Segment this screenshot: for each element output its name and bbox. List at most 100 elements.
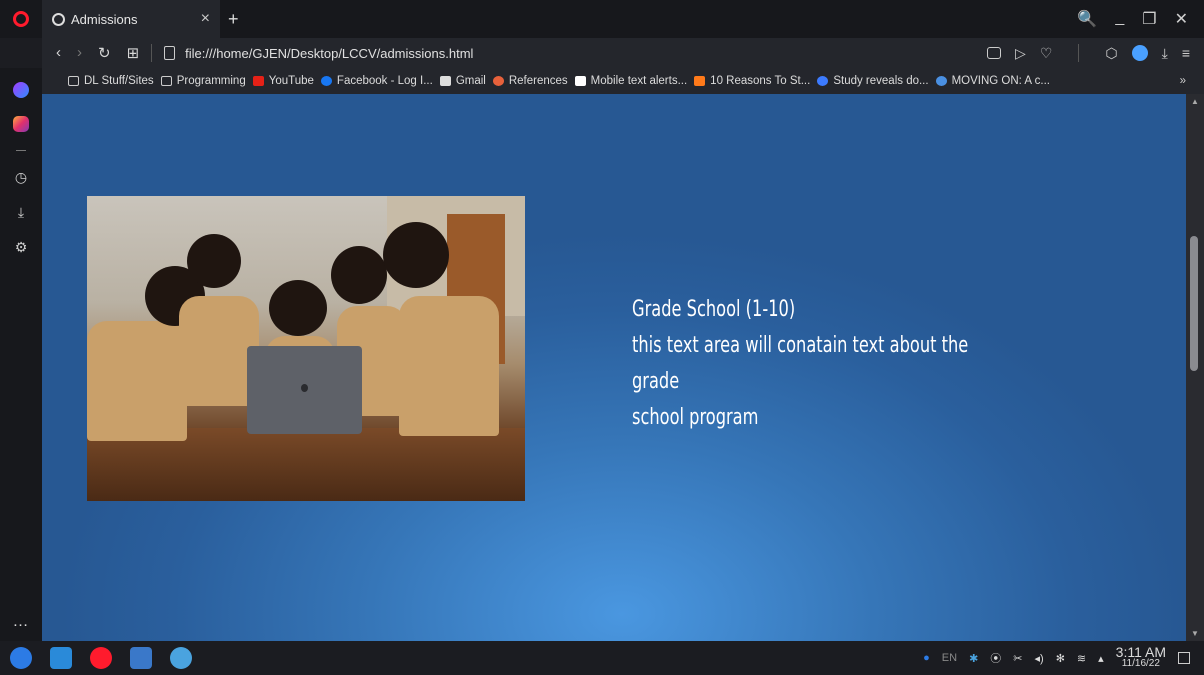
messenger-icon[interactable] (13, 82, 29, 98)
instagram-icon[interactable] (13, 116, 29, 132)
sidebar-more-icon[interactable]: … (13, 613, 30, 631)
folder-icon (68, 76, 79, 86)
show-desktop-button[interactable] (1178, 652, 1190, 664)
speed-dial-icon[interactable]: ⊞ (127, 44, 140, 62)
file-manager-icon[interactable] (50, 647, 72, 669)
tab-close-button[interactable]: × (201, 10, 210, 28)
snapshot-icon[interactable] (987, 47, 1002, 59)
app-launcher-icon[interactable] (10, 647, 32, 669)
bookmark-references[interactable]: References (492, 75, 568, 87)
youtube-icon (252, 76, 264, 86)
photo-child (187, 234, 241, 288)
clock-date: 11/16/22 (1121, 658, 1160, 669)
bookmark-youtube[interactable]: YouTube (252, 75, 314, 87)
bookmark-label: Mobile text alerts... (590, 75, 688, 87)
download-icon[interactable]: ⤓ (1162, 45, 1168, 62)
bookmark-gmail[interactable]: Gmail (439, 75, 486, 87)
extensions-icon[interactable]: ⬡ (1105, 45, 1117, 62)
check-icon (694, 76, 706, 86)
bookmark-label: Study reveals do... (833, 75, 929, 87)
settings-icon[interactable]: ⚙ (15, 239, 28, 256)
bluetooth-icon[interactable]: ✻ (1056, 652, 1065, 665)
bookmark-dl-stuff[interactable]: DL Stuff/Sites (68, 75, 154, 87)
bookmark-label: YouTube (268, 75, 314, 87)
bookmarks-bar: DL Stuff/Sites Programming YouTube Faceb… (42, 68, 1204, 94)
program-body-line-2: school program (632, 405, 759, 430)
language-indicator[interactable]: EN (942, 652, 957, 664)
photo-child (383, 222, 449, 288)
bookmark-moving-on[interactable]: MOVING ON: A c... (935, 75, 1050, 87)
moving-icon (935, 76, 947, 86)
url-field[interactable]: file:///home/GJEN/Desktop/LCCV/admission… (185, 46, 473, 61)
references-icon (492, 76, 504, 86)
wifi-icon[interactable]: ≋ (1077, 652, 1086, 665)
photo-child (87, 321, 187, 441)
taskbar: ● EN ✱ ⦿ ✂ ◂) ✻ ≋ ▴ 3:11 AM 11/16/22 (0, 641, 1204, 675)
tab-admissions[interactable]: Admissions × (42, 0, 220, 38)
scroll-down-icon[interactable]: ▼ (1191, 629, 1199, 638)
vscode-icon[interactable] (130, 647, 152, 669)
profile-avatar[interactable] (1131, 45, 1148, 61)
search-tabs-button[interactable]: 🔍 (1077, 9, 1097, 29)
bookmark-facebook[interactable]: Facebook - Log I... (320, 75, 433, 87)
photo-child (331, 246, 387, 304)
clock[interactable]: 3:11 AM 11/16/22 (1115, 644, 1166, 670)
address-bar: ‹ › ↻ ⊞ file:///home/GJEN/Desktop/LCCV/a… (42, 38, 1204, 68)
bookmark-label: References (508, 75, 568, 87)
opera-taskbar-icon[interactable] (90, 647, 112, 669)
scroll-up-icon[interactable]: ▲ (1191, 97, 1199, 106)
students-photo (87, 196, 525, 501)
scrollbar-thumb[interactable] (1190, 236, 1198, 371)
history-icon[interactable]: ◷ (15, 169, 27, 186)
downloads-icon[interactable]: ⤓ (18, 204, 24, 221)
bookmark-label: MOVING ON: A c... (951, 75, 1050, 87)
program-body-line-1: this text area will conatain text about … (632, 333, 969, 394)
bookmark-mobile-text[interactable]: Mobile text alerts... (574, 75, 688, 87)
divider (151, 44, 153, 62)
divider (1078, 44, 1080, 62)
photo-child (269, 280, 327, 336)
close-window-button[interactable]: ✕ (1175, 9, 1188, 29)
easy-setup-icon[interactable]: ≡ (1182, 45, 1190, 61)
bookmark-study[interactable]: Study reveals do... (817, 75, 929, 87)
new-tab-button[interactable]: + (228, 9, 239, 30)
kde-connect-icon[interactable] (170, 647, 192, 669)
forward-icon[interactable]: › (77, 44, 82, 62)
app-tray-icon[interactable]: ✱ (969, 652, 978, 665)
study-icon (817, 76, 829, 86)
bookmark-programming[interactable]: Programming (160, 75, 246, 87)
page-icon (164, 46, 176, 60)
photo-child (399, 296, 499, 436)
program-description: Grade School (1-10) this text area will … (632, 292, 1017, 436)
bookmark-10-reasons[interactable]: 10 Reasons To St... (694, 75, 810, 87)
page-content: Grade School (1-10) this text area will … (42, 94, 1186, 641)
w-icon (574, 76, 586, 86)
bookmark-heart-icon[interactable]: ♡ (1040, 45, 1053, 62)
sidebar: ◷ ⤓ ⚙ … (0, 68, 42, 641)
bookmark-label: Programming (176, 75, 246, 87)
tab-bar: Admissions × + 🔍 _ ❐ ✕ (0, 0, 1204, 38)
update-icon[interactable]: ⦿ (990, 650, 1001, 666)
opera-logo-icon (13, 11, 29, 27)
system-tray: ● EN ✱ ⦿ ✂ ◂) ✻ ≋ ▴ 3:11 AM 11/16/22 (923, 644, 1204, 670)
tray-expand-icon[interactable]: ▴ (1098, 652, 1104, 665)
opera-menu-button[interactable] (0, 0, 42, 38)
folder-icon (160, 76, 172, 86)
send-icon[interactable]: ▷ (1015, 45, 1026, 62)
restore-button[interactable]: ❐ (1142, 9, 1156, 29)
apple-logo-icon (301, 384, 308, 392)
bookmark-label: 10 Reasons To St... (710, 75, 811, 87)
address-bar-actions: ▷ ♡ ⬡ ⤓ ≡ (987, 44, 1204, 62)
minimize-button[interactable]: _ (1115, 9, 1124, 29)
clipboard-icon[interactable]: ✂ (1013, 652, 1022, 665)
bookmark-label: Gmail (455, 75, 486, 87)
clock-time: 3:11 AM (1115, 644, 1166, 660)
page-scrollbar[interactable]: ▲ ▼ (1186, 94, 1204, 641)
gmail-icon (439, 76, 451, 86)
info-icon[interactable]: ● (923, 652, 930, 664)
volume-icon[interactable]: ◂) (1035, 652, 1044, 665)
back-icon[interactable]: ‹ (56, 44, 61, 62)
facebook-icon (320, 76, 332, 86)
bookmarks-overflow-button[interactable]: » (1180, 75, 1204, 87)
reload-icon[interactable]: ↻ (98, 44, 111, 62)
